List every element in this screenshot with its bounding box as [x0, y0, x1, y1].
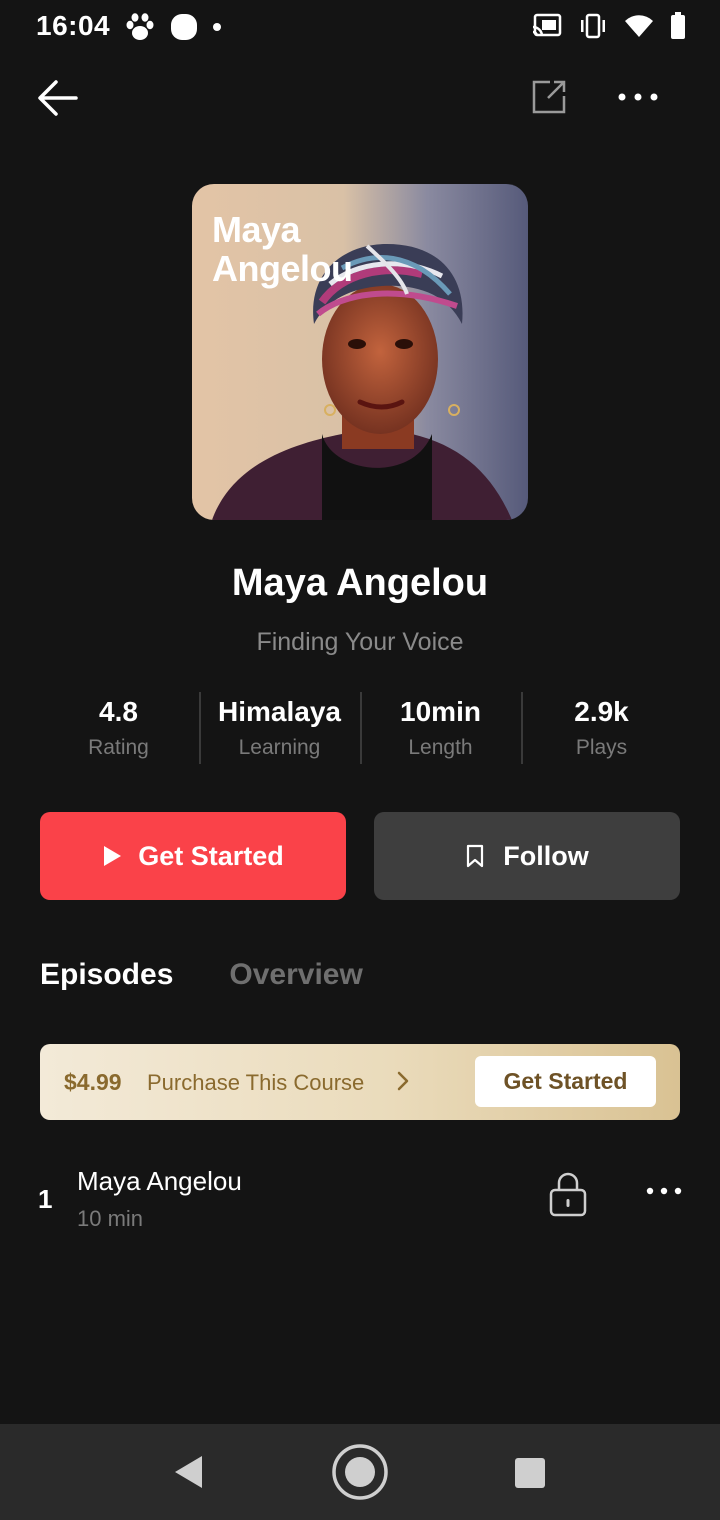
nav-recent-icon[interactable]	[514, 1457, 546, 1489]
course-title: Maya Angelou	[231, 562, 489, 604]
tab-episodes[interactable]: Episodes	[40, 958, 173, 992]
get-started-label: Get Started	[138, 840, 284, 871]
share-button[interactable]	[526, 74, 572, 120]
course-cover-image: Maya Angelou	[192, 184, 528, 520]
purchase-text: Purchase This Course	[147, 1070, 365, 1095]
stat-value: 10min	[400, 696, 481, 727]
stat-rating: 4.8 Rating	[38, 692, 199, 764]
stat-label: Rating	[88, 736, 149, 759]
purchase-get-started-button[interactable]: Get Started	[475, 1056, 656, 1107]
nav-back-icon[interactable]	[172, 1454, 206, 1490]
purchase-price: $4.99	[64, 1069, 122, 1095]
follow-button[interactable]: Follow	[374, 812, 680, 900]
course-stats: 4.8 Rating Himalaya Learning 10min Lengt…	[38, 692, 682, 764]
stat-value: 4.8	[99, 696, 138, 727]
system-nav-bar	[0, 1424, 720, 1520]
status-bar: 16:04	[0, 0, 720, 54]
episode-row[interactable]: 1 Maya Angelou 10 min	[0, 1150, 720, 1250]
top-nav	[0, 60, 720, 136]
dot-icon	[213, 23, 221, 31]
stat-plays: 2.9k Plays	[521, 692, 682, 764]
bookmark-icon	[467, 844, 484, 868]
purchase-banner[interactable]: $4.99 Purchase This Course Get Started	[40, 1044, 680, 1120]
cover-title-line2: Angelou	[212, 248, 353, 289]
course-subtitle: Finding Your Voice	[256, 628, 464, 656]
arrow-left-icon	[38, 80, 78, 116]
stat-label: Learning	[238, 736, 321, 759]
play-icon	[104, 846, 122, 866]
status-time: 16:04	[36, 10, 111, 41]
status-right-icons	[532, 12, 686, 40]
stat-label: Plays	[575, 736, 628, 759]
nav-home-icon[interactable]	[330, 1442, 390, 1502]
stat-value: Himalaya	[218, 696, 341, 727]
vibrate-icon	[581, 13, 605, 39]
back-button[interactable]	[34, 74, 84, 124]
status-left-icons	[124, 12, 222, 42]
stat-length: 10min Length	[360, 692, 521, 764]
stat-value: 2.9k	[574, 696, 629, 727]
episode-title: Maya Angelou	[77, 1166, 242, 1196]
episode-duration: 10 min	[77, 1206, 144, 1231]
episode-number: 1	[38, 1184, 53, 1214]
get-started-button[interactable]: Get Started	[40, 812, 346, 900]
cast-icon	[532, 13, 562, 37]
more-button[interactable]	[612, 74, 664, 120]
circle-notification-icon	[171, 14, 197, 40]
wifi-icon	[625, 15, 653, 37]
cover-title: Maya Angelou	[212, 209, 353, 289]
lock-icon	[549, 1172, 587, 1217]
tab-overview[interactable]: Overview	[229, 958, 362, 992]
stat-publisher[interactable]: Himalaya Learning	[199, 692, 360, 764]
episode-more-icon[interactable]	[644, 1184, 684, 1198]
follow-label: Follow	[503, 840, 589, 871]
content-tabs: Episodes Overview	[40, 958, 363, 992]
battery-icon	[671, 12, 685, 39]
share-external-icon	[532, 80, 566, 114]
chevron-right-icon	[397, 1071, 409, 1091]
stat-label: Length	[408, 736, 473, 759]
more-horizontal-icon	[618, 93, 658, 101]
paw-icon	[126, 13, 154, 40]
cover-title-line1: Maya	[212, 209, 301, 250]
